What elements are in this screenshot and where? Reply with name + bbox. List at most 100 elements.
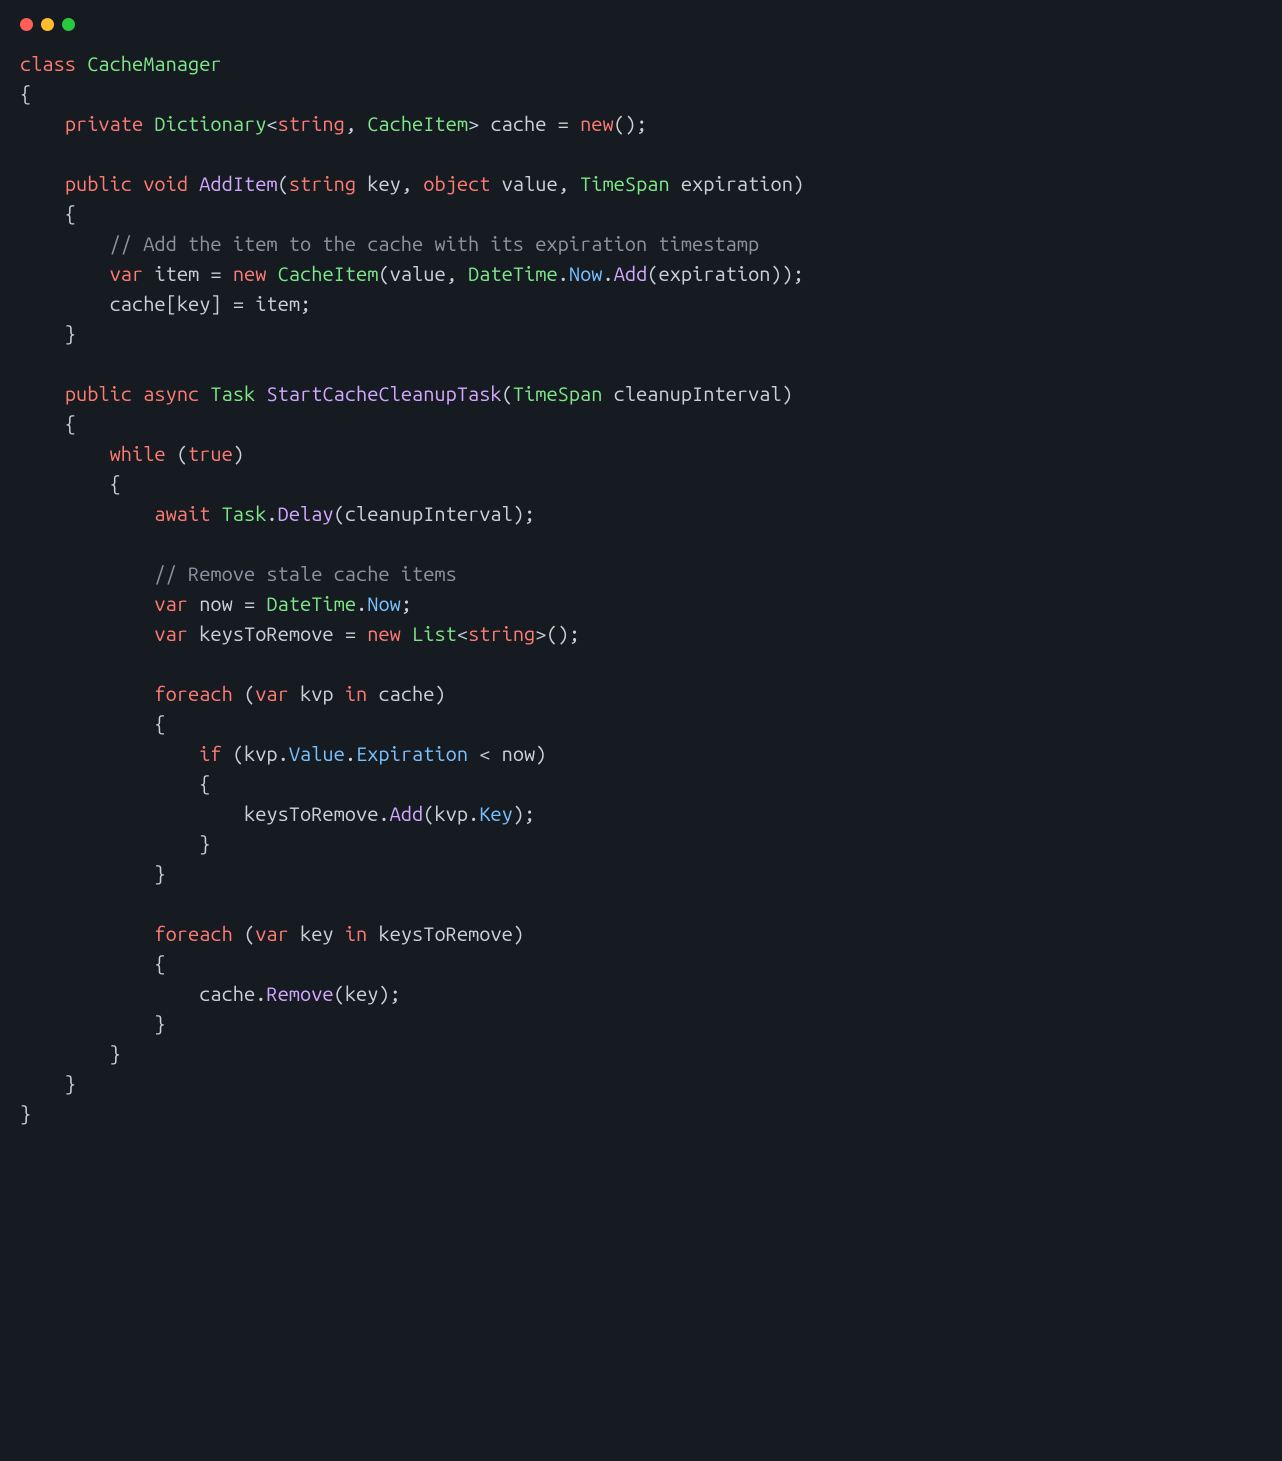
token-pun	[670, 172, 681, 195]
token-cls: CacheManager	[87, 52, 221, 75]
token-pun	[266, 262, 277, 285]
code-line: {	[20, 409, 1262, 439]
token-pun: .	[468, 802, 479, 825]
token-prop: Expiration	[356, 742, 468, 765]
code-line: public async Task StartCacheCleanupTask(…	[20, 379, 1262, 409]
code-line: foreach (var key in keysToRemove)	[20, 919, 1262, 949]
token-pun: }	[20, 1012, 166, 1035]
token-ident: item	[255, 292, 300, 315]
token-pun	[20, 592, 154, 615]
code-line: class CacheManager	[20, 49, 1262, 79]
token-cls: TimeSpan	[513, 382, 603, 405]
token-cls: Dictionary	[154, 112, 266, 135]
token-pun: (	[423, 802, 434, 825]
token-kw: in	[345, 922, 367, 945]
token-pun: =	[558, 112, 580, 135]
code-line: private Dictionary<string, CacheItem> ca…	[20, 109, 1262, 139]
token-fn: StartCacheCleanupTask	[266, 382, 501, 405]
token-cls: Task	[210, 382, 255, 405]
token-pun: =	[345, 622, 367, 645]
token-pun: ] =	[210, 292, 255, 315]
token-pun: )	[793, 172, 804, 195]
token-ident: key	[177, 292, 211, 315]
token-kw: await	[154, 502, 210, 525]
code-line: while (true)	[20, 439, 1262, 469]
token-ident: now	[199, 592, 244, 615]
token-pun: ,	[446, 262, 468, 285]
token-cls: TimeSpan	[580, 172, 670, 195]
token-fn: AddItem	[199, 172, 277, 195]
maximize-icon[interactable]	[62, 18, 75, 31]
token-cls: DateTime	[266, 592, 356, 615]
token-pun: <	[457, 622, 468, 645]
token-pun	[20, 172, 65, 195]
token-pun	[367, 922, 378, 945]
token-pun	[20, 982, 199, 1005]
token-pun	[20, 292, 110, 315]
token-pun: (	[233, 922, 255, 945]
token-ident: kvp	[434, 802, 468, 825]
token-pun: <	[468, 742, 502, 765]
token-fn: Add	[390, 802, 424, 825]
token-pun: );	[513, 802, 535, 825]
token-pun	[188, 592, 199, 615]
code-line: {	[20, 709, 1262, 739]
token-pun: (	[647, 262, 658, 285]
token-pun: [	[166, 292, 177, 315]
code-line: var keysToRemove = new List<string>();	[20, 619, 1262, 649]
token-pun: >	[468, 112, 490, 135]
token-pun: .	[255, 982, 266, 1005]
token-ident: key	[300, 922, 345, 945]
token-pun: )	[513, 922, 524, 945]
token-kw: new	[580, 112, 614, 135]
token-kw: while	[110, 442, 166, 465]
token-pun	[20, 622, 154, 645]
token-pun	[188, 172, 199, 195]
token-pun	[132, 382, 143, 405]
close-icon[interactable]	[20, 18, 33, 31]
code-line: }	[20, 319, 1262, 349]
token-pun	[20, 232, 110, 255]
token-cls: List	[412, 622, 457, 645]
token-pun	[289, 682, 300, 705]
token-pun: .	[356, 592, 367, 615]
token-pun: ();	[614, 112, 648, 135]
token-prop: Now	[569, 262, 603, 285]
token-kw: public	[65, 172, 132, 195]
token-pun: {	[20, 202, 76, 225]
token-kw: var	[154, 622, 188, 645]
token-pun	[20, 262, 110, 285]
token-cls: CacheItem	[278, 262, 379, 285]
token-pun	[401, 622, 412, 645]
token-pun: )	[535, 742, 546, 765]
code-line: {	[20, 79, 1262, 109]
token-pun: {	[20, 712, 166, 735]
token-pun: }	[20, 862, 166, 885]
token-pun	[20, 682, 154, 705]
token-pun: {	[20, 412, 76, 435]
minimize-icon[interactable]	[41, 18, 54, 31]
token-pun	[356, 172, 367, 195]
token-pun	[199, 382, 210, 405]
code-line: cache.Remove(key);	[20, 979, 1262, 1009]
token-ident: keysToRemove	[378, 922, 512, 945]
code-line: {	[20, 769, 1262, 799]
token-pun	[20, 922, 154, 945]
token-ident: cache	[199, 982, 255, 1005]
token-kw: foreach	[154, 922, 232, 945]
token-kw: true	[188, 442, 233, 465]
token-pun: )	[434, 682, 445, 705]
token-pun: )	[782, 382, 793, 405]
token-pun: ;	[401, 592, 412, 615]
token-pun: .	[266, 502, 277, 525]
token-kw: string	[289, 172, 356, 195]
token-fn: Delay	[278, 502, 334, 525]
code-line: public void AddItem(string key, object v…	[20, 169, 1262, 199]
token-fn: Add	[614, 262, 648, 285]
token-ident: cache	[110, 292, 166, 315]
token-pun: (	[378, 262, 389, 285]
code-line: keysToRemove.Add(kvp.Key);	[20, 799, 1262, 829]
token-prop: Now	[367, 592, 401, 615]
token-pun	[132, 172, 143, 195]
token-ident: cache	[490, 112, 557, 135]
